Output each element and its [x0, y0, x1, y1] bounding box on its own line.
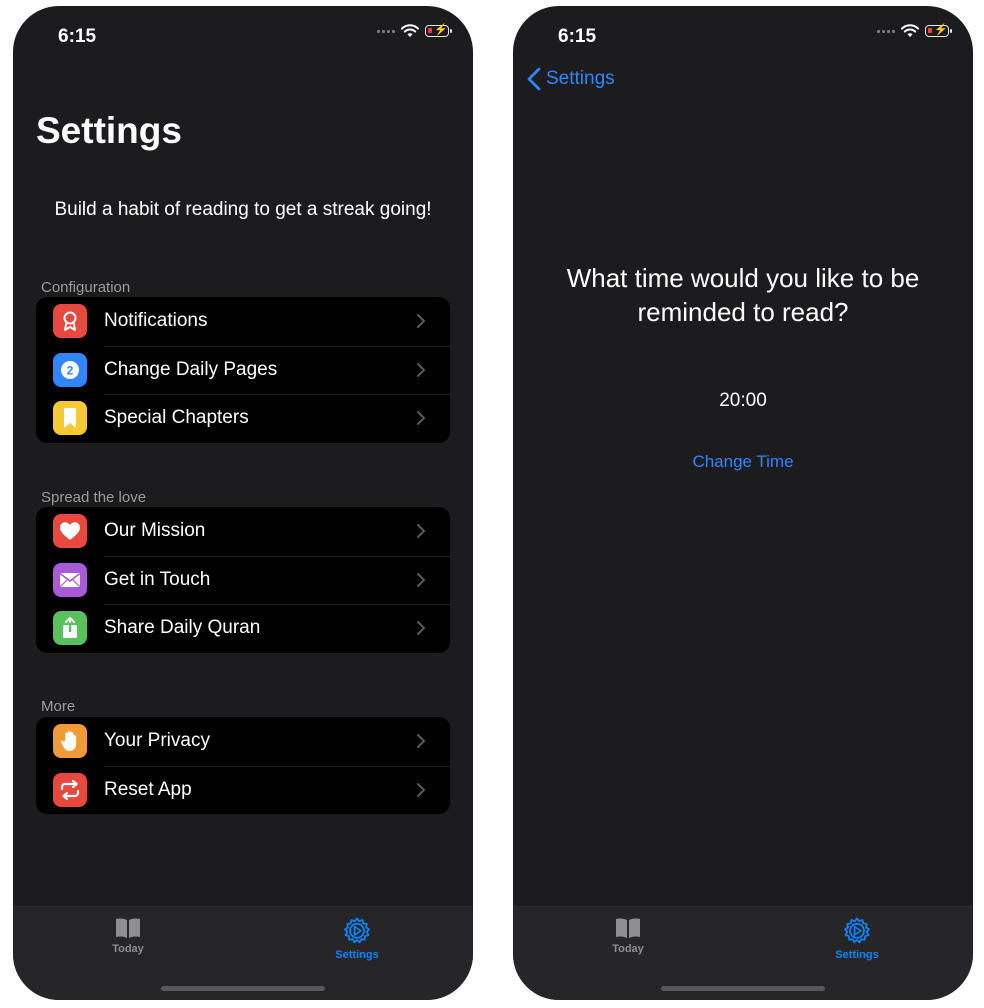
- chevron-right-icon: [417, 572, 425, 587]
- chevron-left-icon: [527, 67, 541, 91]
- envelope-icon: [53, 562, 87, 597]
- page-title: Settings: [36, 110, 182, 151]
- row-label: Notifications: [104, 310, 208, 332]
- tab-label: Settings: [835, 949, 879, 961]
- spread-the-love-group: Our Mission Get in Touch Share Daily Qur…: [36, 507, 450, 653]
- row-special-chapters[interactable]: Special Chapters: [36, 394, 450, 443]
- signal-icon: [377, 29, 395, 33]
- status-icons: ⚡: [377, 24, 452, 38]
- tab-bar: Today Settings: [13, 906, 473, 1000]
- tab-settings[interactable]: Settings: [812, 917, 902, 961]
- tab-label: Settings: [335, 949, 379, 961]
- home-indicator[interactable]: [161, 986, 325, 991]
- page-subtitle: Build a habit of reading to get a streak…: [54, 199, 432, 220]
- row-get-in-touch[interactable]: Get in Touch: [36, 555, 450, 605]
- row-notifications[interactable]: Notifications: [36, 297, 450, 346]
- back-button[interactable]: Settings: [527, 67, 615, 91]
- ribbon-icon: [53, 304, 87, 339]
- row-label: Your Privacy: [104, 730, 210, 752]
- reminder-time-value: 20:00: [719, 390, 767, 411]
- section-header-spread-the-love: Spread the love: [41, 489, 147, 506]
- row-share-daily-quran[interactable]: Share Daily Quran: [36, 604, 450, 653]
- row-label: Special Chapters: [104, 407, 249, 429]
- configuration-group: Notifications 2 Change Daily Pages Speci…: [36, 297, 450, 443]
- hand-icon: [53, 724, 87, 759]
- row-our-mission[interactable]: Our Mission: [36, 507, 450, 556]
- row-your-privacy[interactable]: Your Privacy: [36, 717, 450, 766]
- reminder-time-screen: 6:15 ⚡ Settings What time would you like…: [513, 6, 973, 1000]
- share-icon: [53, 611, 87, 646]
- repeat-icon: [53, 772, 87, 807]
- status-icons: ⚡: [877, 24, 952, 38]
- chevron-right-icon: [417, 782, 425, 797]
- tab-label: Today: [112, 943, 144, 955]
- row-label: Share Daily Quran: [104, 617, 261, 639]
- svg-text:2: 2: [67, 363, 74, 377]
- row-label: Get in Touch: [104, 568, 211, 590]
- chevron-right-icon: [417, 362, 425, 377]
- change-time-label: Change Time: [692, 452, 794, 471]
- tab-today[interactable]: Today: [583, 917, 673, 955]
- heart-icon: [53, 514, 87, 549]
- number-two-icon: 2: [53, 352, 87, 387]
- row-label: Change Daily Pages: [104, 358, 278, 380]
- status-time: 6:15: [558, 26, 597, 47]
- chevron-right-icon: [417, 314, 425, 329]
- tab-today[interactable]: Today: [83, 917, 173, 955]
- bookmark-icon: [53, 401, 87, 436]
- book-icon: [116, 918, 140, 938]
- battery-icon: ⚡: [925, 24, 952, 37]
- chevron-right-icon: [417, 734, 425, 749]
- gear-icon: [844, 917, 870, 944]
- row-label: Our Mission: [104, 520, 206, 542]
- wifi-icon: [401, 24, 419, 37]
- chevron-right-icon: [417, 411, 425, 426]
- book-icon: [616, 918, 640, 938]
- chevron-right-icon: [417, 524, 425, 539]
- battery-icon: ⚡: [425, 24, 452, 37]
- tab-label: Today: [612, 943, 644, 955]
- back-button-label: Settings: [546, 68, 615, 89]
- gear-icon: [344, 917, 370, 944]
- reminder-question: What time would you like to be reminded …: [566, 263, 920, 327]
- tab-settings[interactable]: Settings: [312, 917, 402, 961]
- section-header-more: More: [41, 698, 76, 715]
- wifi-icon: [901, 24, 919, 37]
- row-reset-app[interactable]: Reset App: [36, 765, 450, 815]
- more-group: Your Privacy Reset App: [36, 717, 450, 814]
- home-indicator[interactable]: [661, 986, 825, 991]
- row-label: Reset App: [104, 778, 192, 800]
- signal-icon: [877, 29, 895, 33]
- settings-screen: 6:15 ⚡ Settings Build a habit of reading…: [13, 6, 473, 1000]
- section-header-configuration: Configuration: [41, 279, 131, 296]
- row-change-daily-pages[interactable]: 2 Change Daily Pages: [36, 345, 450, 395]
- status-time: 6:15: [58, 26, 97, 47]
- change-time-button[interactable]: Change Time: [513, 452, 973, 472]
- chevron-right-icon: [417, 621, 425, 636]
- tab-bar: Today Settings: [513, 906, 973, 1000]
